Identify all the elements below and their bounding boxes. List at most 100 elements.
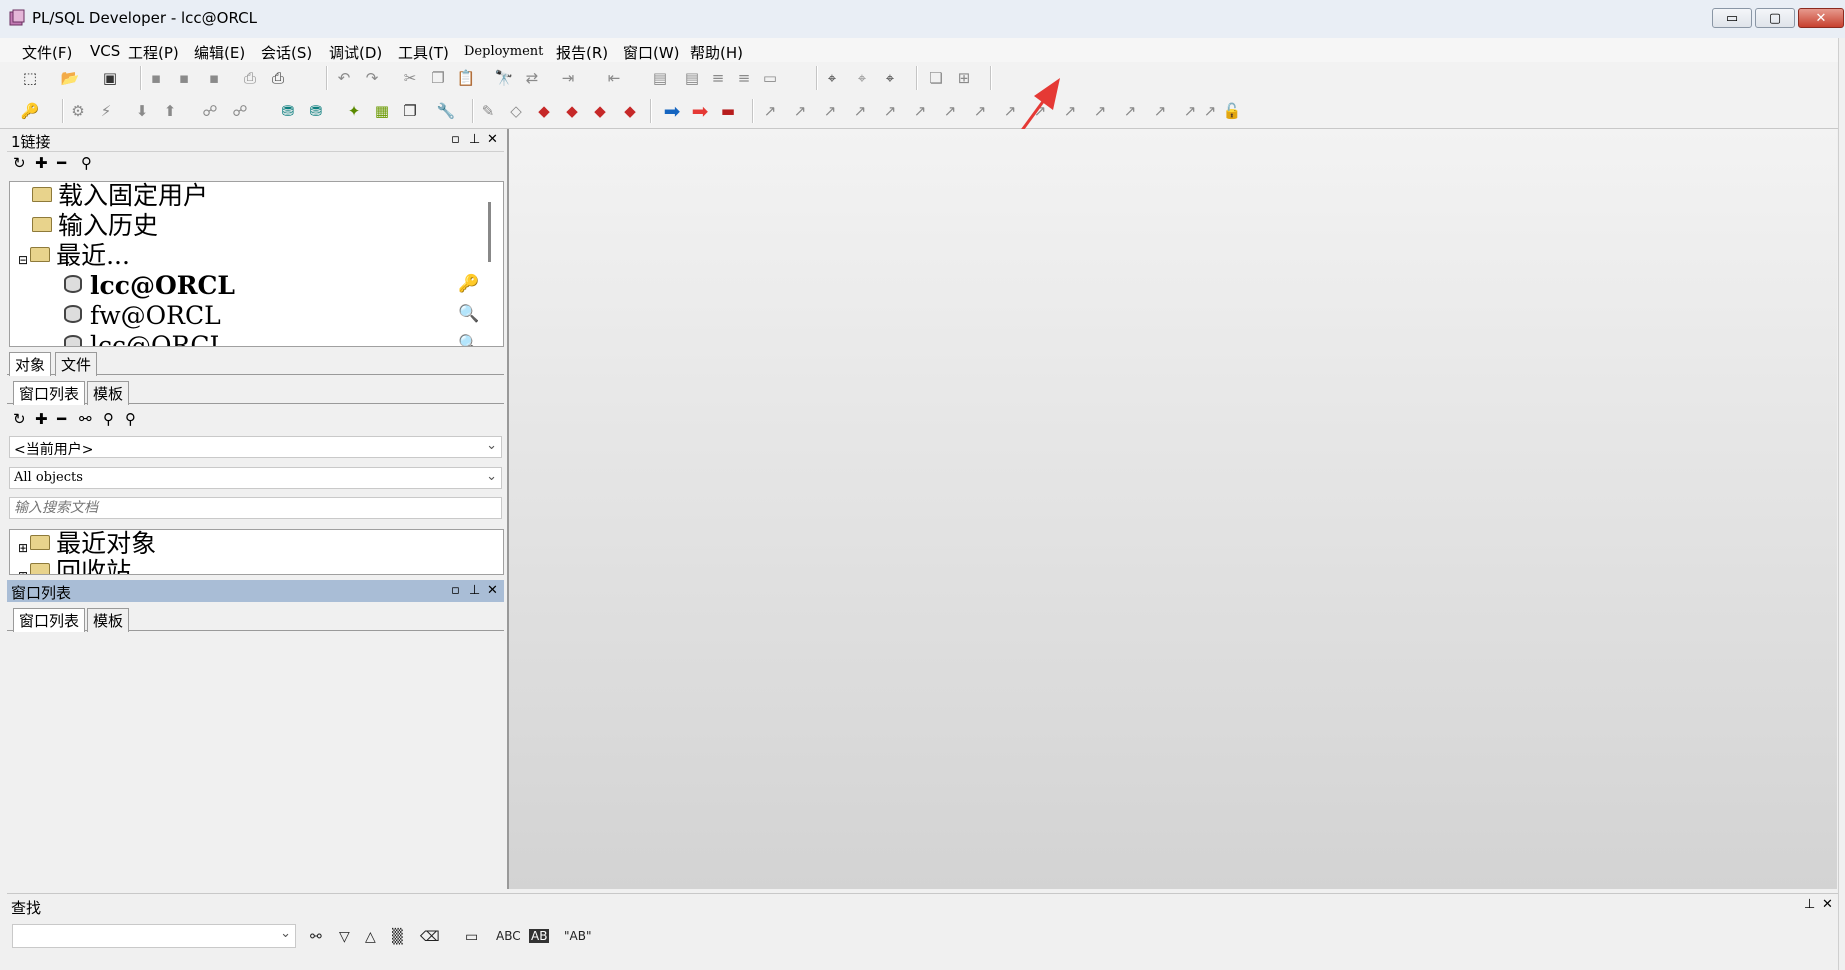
float-icon[interactable]: ▫ [451,132,460,147]
uppercase-icon[interactable]: ≡ [708,68,728,88]
tab-templates[interactable]: 模板 [87,381,130,405]
eraser-icon[interactable]: ⌫ [420,929,440,945]
tab-objects[interactable]: 对象 [9,352,52,376]
lock-icon[interactable]: 🔓 [1222,101,1242,121]
unindent-icon[interactable]: ⇤ [604,68,624,88]
camera2-icon[interactable]: ⌖ [852,68,872,88]
tab-window-list[interactable]: 窗口列表 [13,608,86,632]
case-icon[interactable]: ▭ [465,929,478,945]
connect-icon[interactable]: 🔑 [20,101,40,121]
stop-icon[interactable]: ▬ [718,101,738,121]
debug-step14-icon[interactable]: ↗ [1150,101,1170,121]
expand-icon[interactable]: ⊞ [18,541,28,555]
redo-icon[interactable]: ↷ [362,68,382,88]
minimize-button[interactable]: ▭ [1712,8,1752,28]
copy-icon[interactable]: ❐ [428,68,448,88]
session-icon[interactable]: ☍ [230,101,250,121]
highlight-icon[interactable]: ▒ [392,929,403,945]
find-text-select[interactable]: ⌄ [12,924,296,948]
filter-icon[interactable]: ⚲ [81,154,92,172]
print-setup-icon[interactable]: ⎙ [268,68,288,88]
close-button[interactable]: ✕ [1798,8,1844,28]
binoculars-icon[interactable]: ⚯ [310,929,322,945]
close-panel-icon[interactable]: ✕ [487,583,498,598]
match-case-button[interactable]: ABC [496,929,521,943]
refresh-icon[interactable]: ↻ [13,410,26,428]
commit-icon[interactable]: ⬇ [132,101,152,121]
page-icon[interactable]: ▭ [760,68,780,88]
add-icon[interactable]: ✚ [35,410,48,428]
new-icon[interactable]: ⬚ [20,68,40,88]
debug-step16-icon[interactable]: ↗ [1200,101,1220,121]
brush-icon[interactable]: ✎ [478,101,498,121]
db-tool2-icon[interactable]: ⛃ [306,101,326,121]
save-all-dropdown-icon[interactable]: ▣ [100,68,120,88]
tree-item-history[interactable]: 输入历史 [32,212,158,240]
indent-icon[interactable]: ⇥ [558,68,578,88]
cut-icon[interactable]: ✂ [400,68,420,88]
wrench-icon[interactable]: 🔧 [436,101,456,121]
menu-vcs[interactable]: VCS [86,40,124,62]
refresh-icon[interactable]: ↻ [13,154,26,172]
remove-icon[interactable]: ━ [57,154,66,172]
comment-icon[interactable]: ▤ [650,68,670,88]
tab-templates[interactable]: 模板 [87,608,130,632]
arrow-right-blue-icon[interactable]: ➡ [662,99,682,123]
cube3-icon[interactable]: ◆ [590,101,610,121]
search-icon[interactable]: 🔍 [458,304,479,324]
close-panel-icon[interactable]: ✕ [1822,897,1833,912]
tree-item-recycle-bin[interactable]: ⊞回收站 [18,558,131,574]
eraser-icon[interactable]: ◇ [506,101,526,121]
connected-key-icon[interactable]: 🔑 [458,274,479,294]
collapse-icon[interactable]: ⊟ [18,253,28,267]
tree-item-connection[interactable]: lcc@ORCL [64,332,226,346]
search-input[interactable] [9,497,502,519]
remove-icon[interactable]: ━ [57,410,66,428]
debug-step-icon[interactable]: ↗ [760,101,780,121]
doc-icon[interactable]: ❐ [400,101,420,121]
pin-icon[interactable]: ⊥ [469,132,480,147]
tree-item-connection[interactable]: fw@ORCL [64,302,221,330]
menu-deployment[interactable]: Deployment [460,42,547,61]
print-icon[interactable]: ⎙ [240,68,260,88]
user-select[interactable]: <当前用户> ⌄ [9,436,502,458]
lowercase-icon[interactable]: ≡ [734,68,754,88]
debug-step13-icon[interactable]: ↗ [1120,101,1140,121]
tab-window-list[interactable]: 窗口列表 [13,381,86,405]
uncomment-icon[interactable]: ▤ [682,68,702,88]
debug-step2-icon[interactable]: ↗ [790,101,810,121]
maximize-button[interactable]: ▢ [1755,8,1795,28]
tab-files[interactable]: 文件 [55,352,98,376]
cube4-icon[interactable]: ◆ [620,101,640,121]
open-icon[interactable]: 📂 [60,68,80,88]
save-icon[interactable]: ▪ [146,68,166,88]
search-icon[interactable]: 🔍 [458,334,479,346]
filter-icon[interactable]: ⚲ [103,410,114,428]
undo-icon[interactable]: ↶ [334,68,354,88]
debug-step4-icon[interactable]: ↗ [850,101,870,121]
camera3-icon[interactable]: ⌖ [880,68,900,88]
cube-icon[interactable]: ◆ [534,101,554,121]
cube2-icon[interactable]: ◆ [562,101,582,121]
tree-item-recent[interactable]: ⊟ 最近... [18,242,130,274]
debug-step12-icon[interactable]: ↗ [1090,101,1110,121]
tree-item-fixed-users[interactable]: 载入固定用户 [32,182,208,210]
find-next-icon[interactable]: ▽ [339,929,350,945]
gear-icon[interactable]: ⚙ [68,101,88,121]
tool-icon[interactable]: ✦ [344,101,364,121]
close-panel-icon[interactable]: ✕ [487,132,498,147]
debug-step3-icon[interactable]: ↗ [820,101,840,121]
filter-edit-icon[interactable]: ⚲ [125,410,136,428]
arrow-right-red-icon[interactable]: ➡ [690,99,710,123]
tree-item-connection-active[interactable]: lcc@ORCL [64,272,235,300]
debug-step15-icon[interactable]: ↗ [1180,101,1200,121]
execute-icon[interactable]: ⚡ [96,101,116,121]
pin-icon[interactable]: ⊥ [1804,897,1815,912]
find-icon[interactable]: 🔭 [494,68,514,88]
find-icon[interactable]: ⚯ [79,410,92,428]
quoted-search-button[interactable]: "AB" [564,929,591,943]
report-icon[interactable]: ▦ [372,101,392,121]
whole-word-button[interactable]: AB [529,929,550,943]
float-icon[interactable]: ▫ [451,583,460,598]
save-as-icon[interactable]: ▪ [174,68,194,88]
